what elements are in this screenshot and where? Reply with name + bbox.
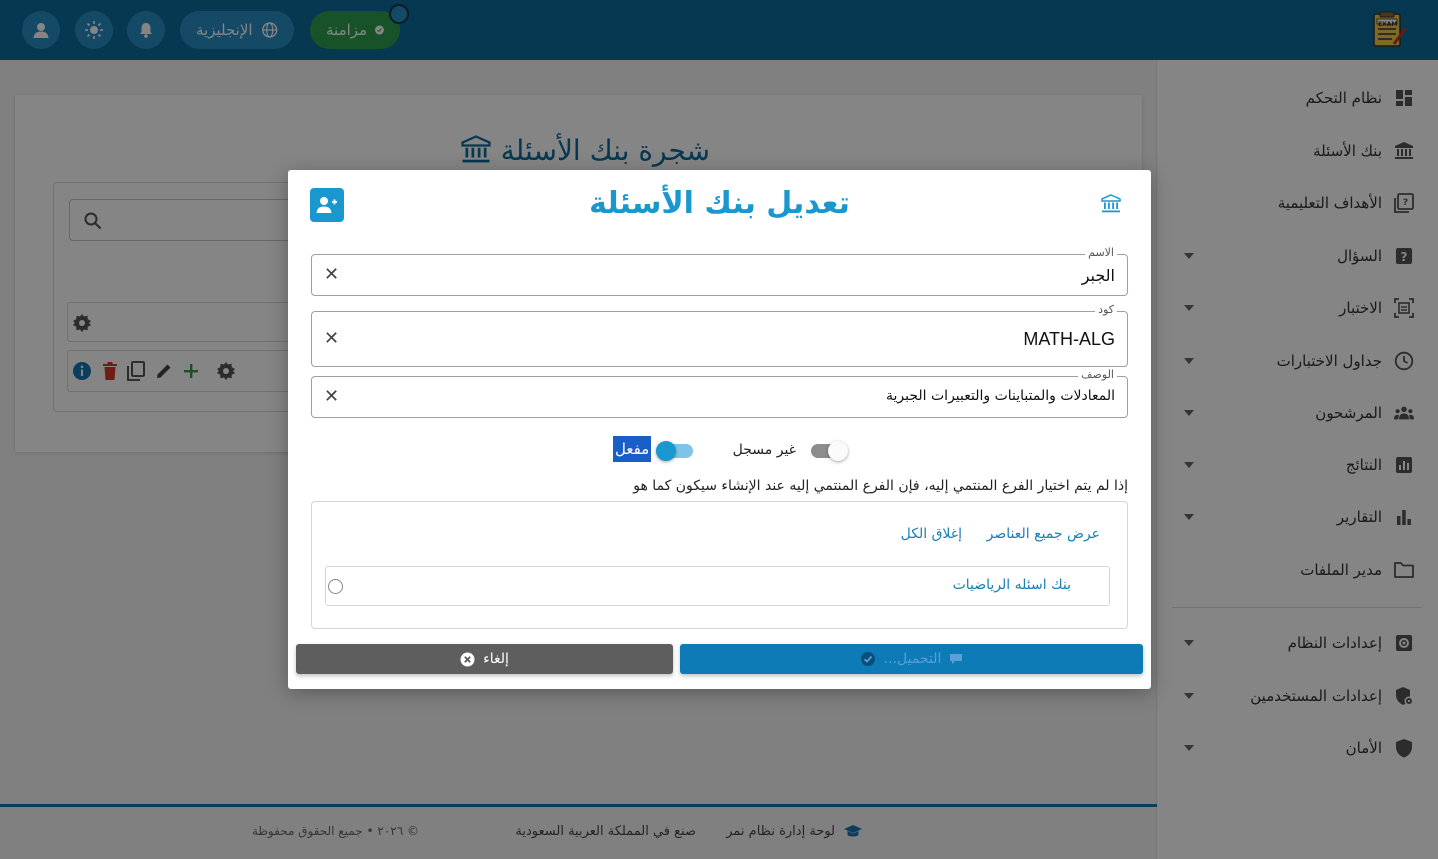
close-icon[interactable]: ✕ (324, 264, 339, 285)
toggle-knob (656, 441, 676, 461)
add-user-button[interactable] (310, 188, 344, 222)
status-toggles: غير مسجل مفعل (608, 436, 848, 466)
code-field[interactable]: كود MATH-ALG ✕ (311, 303, 1128, 367)
active-toggle[interactable] (656, 436, 696, 466)
description-label: الوصف (1078, 368, 1117, 381)
tree-node-math-bank[interactable]: بنك اسئله الرياضيات (325, 566, 1110, 606)
registered-toggle[interactable] (808, 436, 848, 466)
close-icon[interactable]: ✕ (324, 328, 339, 349)
code-label: كود (1095, 303, 1117, 316)
bank-icon (1101, 194, 1121, 218)
name-value: الجبر (1081, 266, 1115, 285)
edit-question-bank-dialog: تعديل بنك الأسئلة الاسم الجبر ✕ كود MATH… (288, 170, 1151, 689)
save-button[interactable]: التحميل... (680, 644, 1143, 674)
comment-icon (950, 654, 963, 664)
name-label: الاسم (1085, 246, 1117, 259)
tree-node-label: بنك اسئله الرياضيات (952, 577, 1071, 593)
active-toggle-label: مفعل (613, 436, 652, 462)
save-button-label: التحميل... (883, 651, 942, 667)
cancel-button-label: إلغاء (483, 651, 509, 667)
close-circle-icon (460, 652, 475, 666)
tree-node-radio[interactable] (328, 579, 343, 594)
registered-toggle-label: غير مسجل (732, 442, 796, 458)
code-value: MATH-ALG (1023, 329, 1115, 349)
dialog-title: تعديل بنك الأسئلة (589, 186, 850, 221)
name-field[interactable]: الاسم الجبر ✕ (311, 246, 1128, 296)
toggle-knob (828, 441, 848, 461)
parent-branch-hint: إذا لم يتم اختيار الفرع المنتمي إليه، فإ… (633, 478, 1128, 494)
collapse-all-link[interactable]: إغلاق الكل (901, 526, 962, 542)
parent-branch-tree: عرض جميع العناصر إغلاق الكل بنك اسئله ال… (311, 501, 1128, 629)
expand-all-link[interactable]: عرض جميع العناصر (987, 526, 1100, 542)
check-circle-icon (860, 652, 875, 666)
user-plus-icon (316, 197, 337, 213)
close-icon[interactable]: ✕ (324, 386, 339, 407)
cancel-button[interactable]: إلغاء (296, 644, 673, 674)
description-field[interactable]: الوصف المعادلات والمتباينات والتعبيرات ا… (311, 368, 1128, 418)
description-value: المعادلات والمتباينات والتعبيرات الجبرية (886, 388, 1115, 404)
